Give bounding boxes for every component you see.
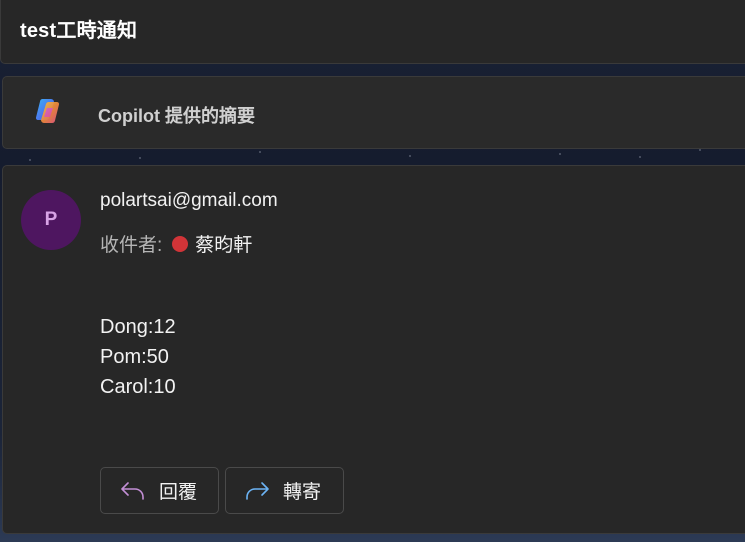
body-line: Carol:10 (100, 376, 176, 398)
message-body: Dong:12 Pom:50 Carol:10 (100, 312, 176, 402)
presence-status-icon (172, 235, 189, 252)
recipient-row: 收件者: 蔡昀軒 (100, 230, 252, 257)
body-line: Dong:12 (100, 316, 176, 338)
copilot-summary-bar[interactable]: Copilot 提供的摘要 (2, 76, 745, 149)
email-subject: test工時通知 (20, 20, 138, 42)
forward-label: 轉寄 (283, 482, 322, 503)
recipient-label: 收件者: (100, 235, 163, 256)
copilot-logo-icon (35, 99, 60, 124)
reply-label: 回覆 (159, 482, 198, 503)
message-card: P polartsai@gmail.com 收件者: 蔡昀軒 Dong:12 P… (2, 165, 745, 534)
email-subject-header: test工時通知 (0, 0, 745, 64)
copilot-summary-label: Copilot 提供的摘要 (98, 106, 255, 126)
reply-arrow-icon (121, 481, 144, 500)
reply-button[interactable]: 回覆 (100, 467, 219, 514)
forward-button[interactable]: 轉寄 (225, 467, 344, 514)
recipient-name[interactable]: 蔡昀軒 (195, 230, 252, 257)
forward-arrow-icon (246, 481, 269, 500)
sender-email[interactable]: polartsai@gmail.com (100, 190, 278, 212)
body-line: Pom:50 (100, 346, 169, 368)
sender-avatar[interactable]: P (21, 190, 81, 250)
